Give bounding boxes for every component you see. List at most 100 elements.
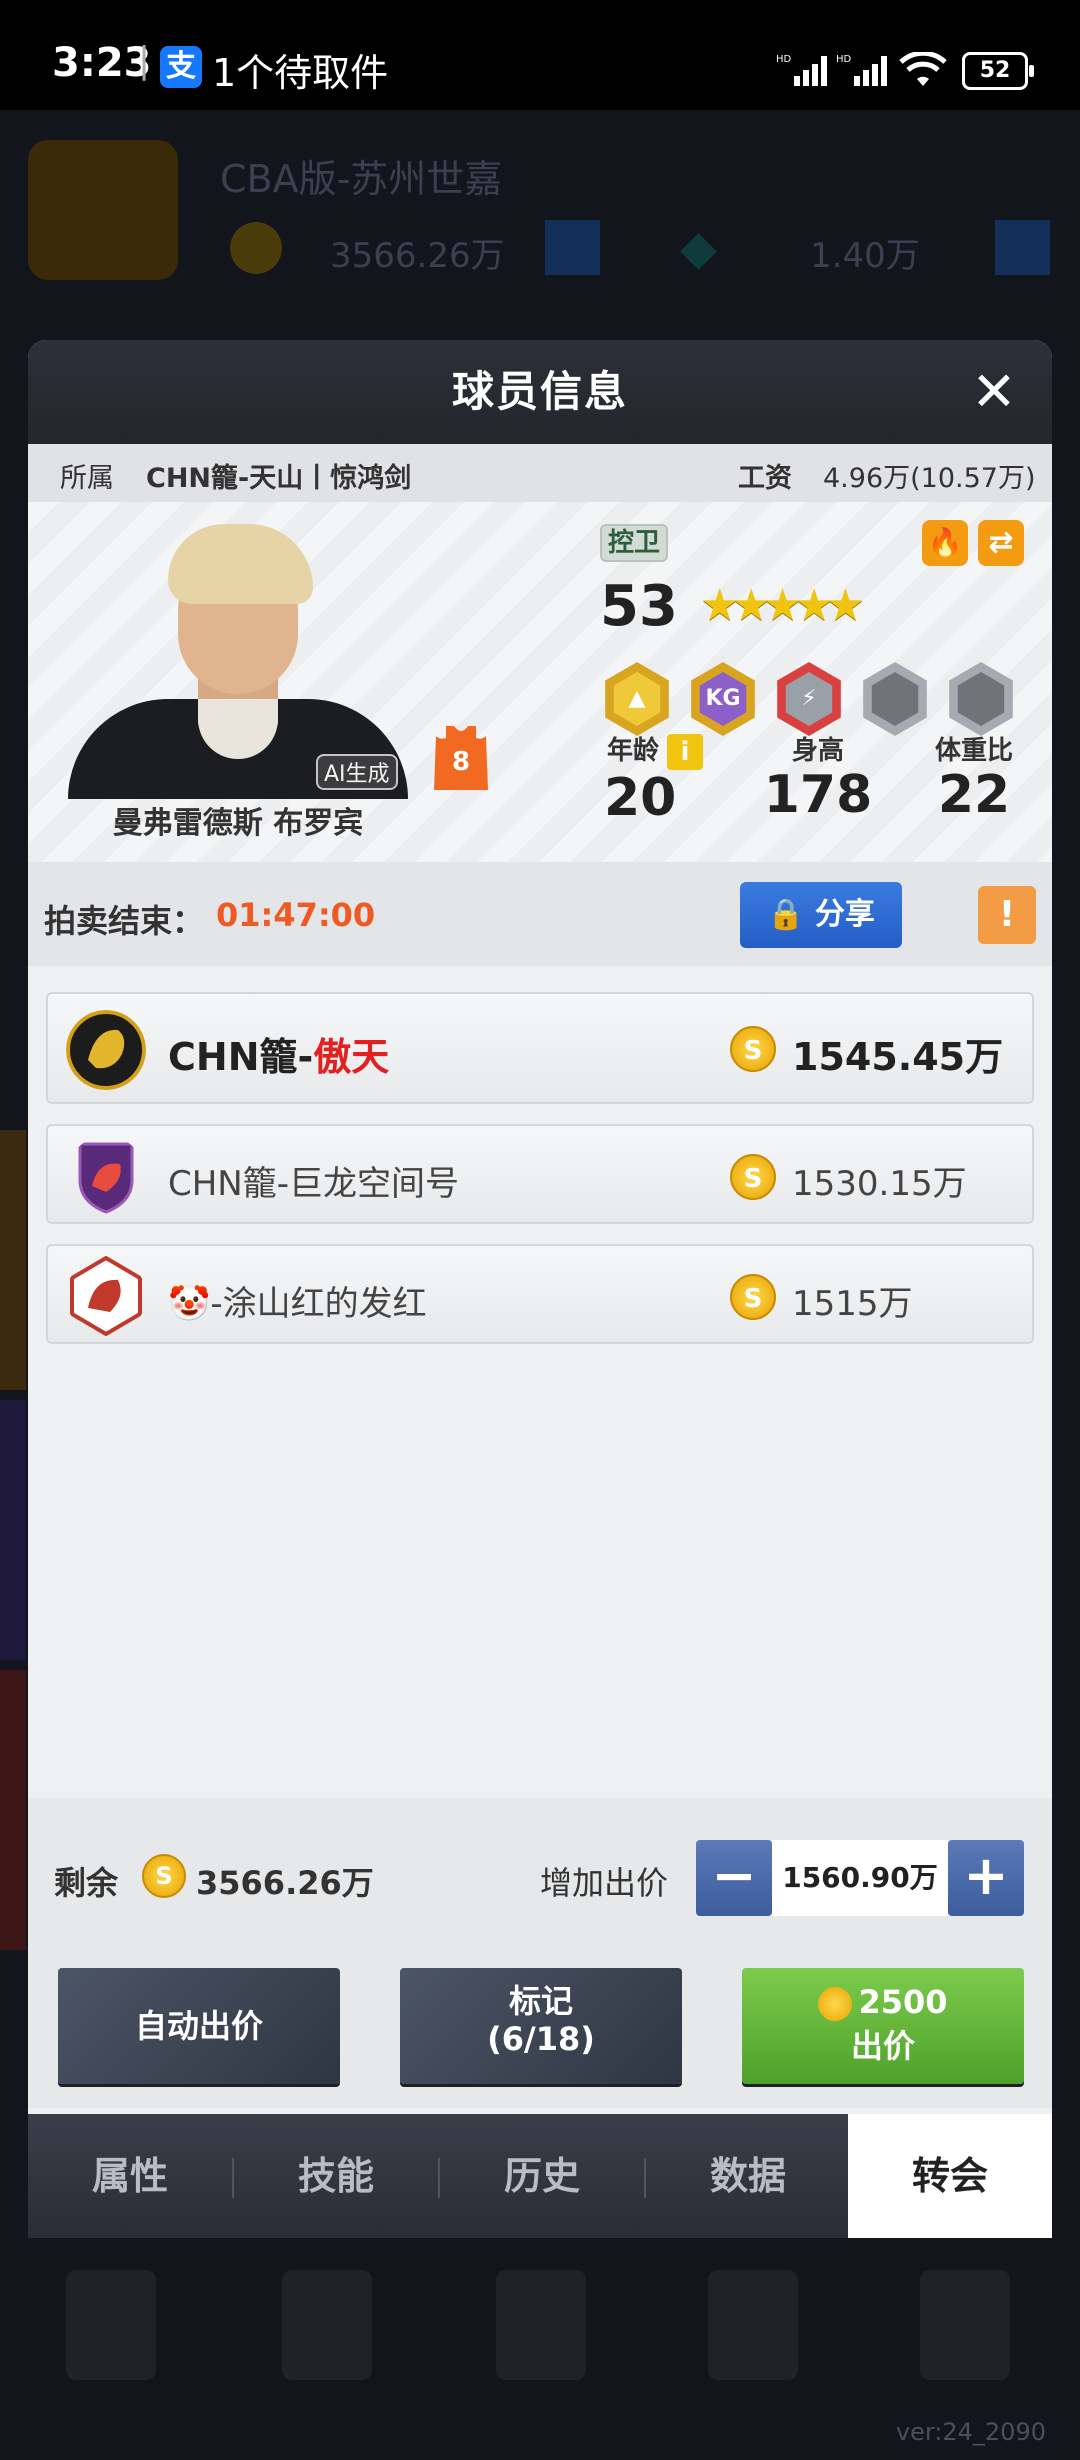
info-icon[interactable]: i <box>667 733 703 770</box>
bid-row[interactable]: 🤡-涂山红的发红 S 1515万 <box>46 1244 1034 1344</box>
background-card <box>0 1670 26 1950</box>
star-rating: ★★★★★ <box>700 580 865 631</box>
status-time: 3:23 <box>52 40 152 86</box>
stat-value: 22 <box>937 765 1011 825</box>
player-portrait[interactable]: AI生成 <box>68 514 408 799</box>
lock-icon: 🔒 <box>767 897 805 932</box>
coin-icon: S <box>730 1274 776 1320</box>
modal-header: 球员信息 ✕ <box>28 340 1052 444</box>
kg-badge-icon[interactable]: KG <box>686 662 760 736</box>
shield-dragon-logo-icon <box>78 1142 134 1214</box>
stat-height: 身高 178 <box>748 730 888 825</box>
player-panel: AI生成 8 曼弗雷德斯 布罗宾 控卫 🔥 ⇄ 53 ★★★★★ ▲ KG ⚡ <box>28 502 1052 862</box>
stat-value: 20 <box>604 767 677 828</box>
ai-generated-tag: AI生成 <box>316 754 398 790</box>
tab-attributes[interactable]: 属性 <box>28 2114 232 2238</box>
decrease-bid-button[interactable]: − <box>696 1840 772 1916</box>
nav-icon <box>282 2270 372 2380</box>
nav-icon <box>708 2270 798 2380</box>
signal-icon: HD <box>776 54 827 86</box>
salary-label: 工资 <box>738 463 792 494</box>
fire-icon[interactable]: 🔥 <box>922 520 968 566</box>
status-separator: | <box>138 40 151 81</box>
gold-badge-icon[interactable]: ▲ <box>600 662 674 736</box>
jersey-icon: 8 <box>434 726 488 790</box>
coin-icon: S <box>142 1854 186 1898</box>
jersey-number: 8 <box>452 747 470 777</box>
red-dragon-logo-icon <box>70 1256 142 1336</box>
background-money: 3566.26万 <box>330 236 505 276</box>
team-label: 所属 <box>60 463 114 494</box>
team-salary-row: 所属 CHN籠-天山丨惊鸿剑 工资 4.96万(10.57万) <box>28 444 1052 502</box>
svg-text:HD: HD <box>836 54 852 65</box>
dragon-logo-icon <box>66 1010 146 1090</box>
diamond-icon: ◆ <box>680 220 717 276</box>
tab-history[interactable]: 历史 <box>440 2114 644 2238</box>
position-tag: 控卫 <box>600 524 669 562</box>
wifi-icon <box>899 52 947 86</box>
coin-icon <box>818 1987 853 2021</box>
bid-row[interactable]: CHN籠-巨龙空间号 S 1530.15万 <box>46 1124 1034 1224</box>
red-badge-icon[interactable]: ⚡ <box>772 662 846 736</box>
team-logo <box>28 140 178 280</box>
background-diamonds: 1.40万 <box>810 236 920 276</box>
team-name: CHN籠-天山丨惊鸿剑 <box>146 463 412 494</box>
swap-icon[interactable]: ⇄ <box>978 520 1024 566</box>
bid-amount: 1545.45万 <box>792 1035 1004 1079</box>
increase-bid-button[interactable]: + <box>948 1840 1024 1916</box>
bid-cost: 2500 <box>858 1983 948 2021</box>
tab-bar: 属性 技能 历史 数据 转会 <box>28 2114 1052 2238</box>
stat-label: 体重比 <box>934 736 1013 766</box>
stat-label: 年龄 <box>606 736 659 766</box>
add-diamond-button <box>995 220 1050 275</box>
gray-badge-icon[interactable] <box>858 662 932 736</box>
signal-icon-2: HD <box>836 54 887 86</box>
version-label: ver:24_2090 <box>895 2418 1046 2446</box>
background-title: CBA版-苏州世嘉 <box>220 157 503 201</box>
mark-count: (6/18) <box>487 2020 595 2058</box>
alipay-icon: 支 <box>160 46 202 88</box>
remaining-label: 剩余 <box>54 1864 119 1902</box>
stat-age: 年龄 i 20 <box>600 730 710 828</box>
status-bar: 3:23 | 支 1个待取件 HD HD 52 <box>0 0 1080 110</box>
auction-end-label: 拍卖结束： <box>44 902 205 940</box>
tab-skills[interactable]: 技能 <box>234 2114 438 2238</box>
player-name: 曼弗雷德斯 布罗宾 <box>112 806 364 841</box>
warning-icon[interactable]: ! <box>978 886 1036 944</box>
bid-amount: 1530.15万 <box>792 1164 967 1204</box>
close-icon[interactable]: ✕ <box>966 364 1022 420</box>
bid-team-name: CHN籠-傲天 <box>168 1035 390 1079</box>
salary-value: 4.96万(10.57万) <box>823 463 1036 494</box>
tab-data[interactable]: 数据 <box>646 2114 850 2238</box>
bid-team-name: 🤡-涂山红的发红 <box>168 1284 427 1324</box>
bid-row[interactable]: CHN籠-傲天 S 1545.45万 <box>46 992 1034 1104</box>
add-money-button <box>545 220 600 275</box>
player-rating: 53 <box>600 574 678 639</box>
nav-icon <box>66 2270 156 2380</box>
mark-label: 标记 <box>508 1982 573 2020</box>
gray-badge-icon[interactable] <box>944 662 1018 736</box>
place-bid-button[interactable]: 2500 出价 <box>742 1968 1024 2084</box>
bid-label: 出价 <box>850 2027 915 2065</box>
mark-button[interactable]: 标记 (6/18) <box>400 1968 682 2084</box>
bid-team-name: CHN籠-巨龙空间号 <box>168 1164 460 1204</box>
bid-controls: 剩余 S 3566.26万 增加出价 − 1560.90万 + 自动出价 标记 … <box>28 1798 1052 2108</box>
coin-icon: S <box>730 1154 776 1200</box>
auto-bid-button[interactable]: 自动出价 <box>58 1968 340 2084</box>
coin-icon <box>230 222 282 274</box>
nav-icon <box>496 2270 586 2380</box>
share-button[interactable]: 🔒 分享 <box>740 882 902 948</box>
stat-weight-ratio: 体重比 22 <box>904 730 1044 825</box>
tab-transfer[interactable]: 转会 <box>848 2114 1052 2238</box>
auction-timer: 01:47:00 <box>216 896 376 934</box>
bid-amount: 1515万 <box>792 1284 913 1324</box>
share-label: 分享 <box>814 897 875 932</box>
coin-icon: S <box>730 1026 776 1072</box>
svg-text:HD: HD <box>776 54 792 65</box>
bid-amount-input[interactable]: 1560.90万 <box>772 1840 948 1916</box>
nav-icon <box>920 2270 1010 2380</box>
auction-bar: 拍卖结束： 01:47:00 🔒 分享 ! <box>28 862 1052 966</box>
background-card <box>0 1400 26 1660</box>
portrait-hair <box>168 524 313 604</box>
status-notification: 1个待取件 <box>212 51 389 95</box>
